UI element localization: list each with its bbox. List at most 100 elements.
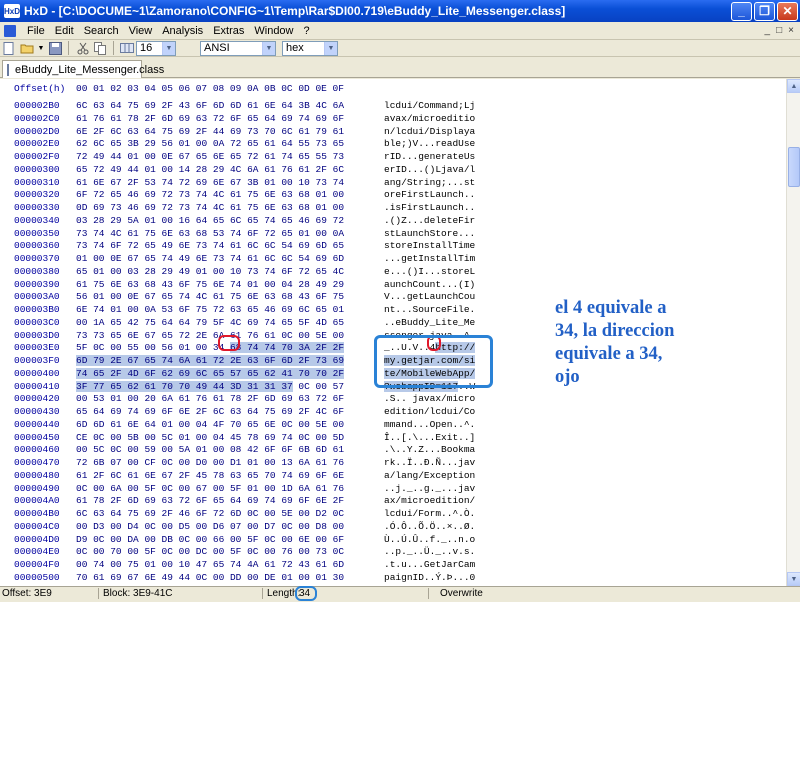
row-ascii[interactable]: .\..Y.Z...Bookma: [384, 444, 475, 457]
row-hex-bytes[interactable]: 00 1A 65 42 75 64 64 79 5F 4C 69 74 65 5…: [76, 317, 344, 330]
menu-view[interactable]: View: [124, 25, 158, 37]
menu-search[interactable]: Search: [79, 25, 124, 37]
row-hex-bytes[interactable]: 56 01 00 0E 67 65 74 4C 61 75 6E 63 68 4…: [76, 291, 344, 304]
row-ascii[interactable]: .()Z...deleteFir: [384, 215, 475, 228]
row-ascii[interactable]: avax/microeditio: [384, 113, 475, 126]
menu-file[interactable]: File: [22, 25, 50, 37]
mdi-minimize-button[interactable]: _: [765, 25, 771, 36]
maximize-button[interactable]: ❐: [754, 1, 775, 21]
minimize-button[interactable]: _: [731, 1, 752, 21]
table-row[interactable]: 00000300 65 72 49 44 01 00 14 28 29 4C 6A…: [0, 164, 780, 177]
row-hex-bytes[interactable]: 74 65 2F 4D 6F 62 69 6C 65 57 65 62 41 7…: [76, 367, 345, 381]
row-ascii[interactable]: .t.u...GetJarCam: [384, 559, 475, 572]
row-hex-bytes[interactable]: 00 74 00 75 01 00 10 47 65 74 4A 61 72 4…: [76, 559, 344, 572]
row-hex-bytes[interactable]: 5F 0C 00 55 00 56 01 00 34 68 74 74 70 3…: [76, 342, 345, 355]
row-hex-bytes[interactable]: 0C 00 6A 00 5F 0C 00 67 00 5F 01 00 1D 6…: [76, 483, 344, 496]
row-hex-bytes[interactable]: 72 49 44 01 00 0E 67 65 6E 65 72 61 74 6…: [76, 151, 344, 164]
row-hex-bytes[interactable]: 6C 63 64 75 69 2F 43 6F 6D 6D 61 6E 64 3…: [76, 100, 344, 113]
table-row[interactable]: 00000450 CE 0C 00 5B 00 5C 01 00 04 45 78…: [0, 432, 780, 445]
row-hex-bytes[interactable]: 6F 72 65 46 69 72 73 74 4C 61 75 6E 63 6…: [76, 189, 344, 202]
row-hex-bytes[interactable]: 01 00 0E 67 65 74 49 6E 73 74 61 6C 6C 5…: [76, 253, 344, 266]
row-hex-bytes[interactable]: 6E 2F 6C 63 64 75 69 2F 44 69 73 70 6C 6…: [76, 126, 344, 139]
row-ascii[interactable]: mmand...Open..^.: [384, 419, 475, 432]
table-row[interactable]: 000002C0 61 76 61 78 2F 6D 69 63 72 6F 65…: [0, 113, 780, 126]
row-ascii[interactable]: ..p._..Ü._..v.s.: [384, 546, 475, 559]
row-hex-bytes[interactable]: 70 61 69 67 6E 49 44 0C 00 DD 00 DE 01 0…: [76, 572, 344, 585]
row-ascii[interactable]: stLaunchStore...: [384, 228, 475, 241]
row-hex-bytes[interactable]: 6C 63 64 75 69 2F 46 6F 72 6D 0C 00 5E 0…: [76, 508, 344, 521]
tab-ebuddy-class[interactable]: eBuddy_Lite_Messenger.class: [2, 60, 164, 78]
table-row[interactable]: 00000500 70 61 69 67 6E 49 44 0C 00 DD 00…: [0, 572, 780, 585]
hex-editor[interactable]: Offset(h) 00 01 02 03 04 05 06 07 08 09 0…: [0, 79, 786, 586]
mdi-restore-button[interactable]: □: [776, 25, 782, 36]
mdi-close-button[interactable]: ×: [788, 25, 794, 36]
columns-icon[interactable]: [119, 41, 135, 55]
row-hex-bytes[interactable]: 65 01 00 03 28 29 49 01 00 10 73 74 6F 7…: [76, 266, 344, 279]
row-hex-bytes[interactable]: 72 6B 07 00 CF 0C 00 D0 00 D1 01 00 13 6…: [76, 457, 344, 470]
menu-window[interactable]: Window: [249, 25, 298, 37]
cut-icon[interactable]: [74, 41, 90, 55]
table-row[interactable]: 00000330 0D 69 73 46 69 72 73 74 4C 61 75…: [0, 202, 780, 215]
row-hex-bytes[interactable]: 6E 74 01 00 0A 53 6F 75 72 63 65 46 69 6…: [76, 304, 344, 317]
row-ascii[interactable]: e...()I...storeL: [384, 266, 475, 279]
table-row[interactable]: 00000380 65 01 00 03 28 29 49 01 00 10 73…: [0, 266, 780, 279]
row-ascii[interactable]: lcdui/Form..^.Ò.: [384, 508, 475, 521]
table-row[interactable]: 000002F0 72 49 44 01 00 0E 67 65 6E 65 72…: [0, 151, 780, 164]
table-row[interactable]: 00000460 00 5C 0C 00 59 00 5A 01 00 08 42…: [0, 444, 780, 457]
copy-icon[interactable]: [92, 41, 108, 55]
row-ascii[interactable]: .S.. javax/micro: [384, 393, 475, 406]
menu-help[interactable]: ?: [299, 25, 315, 37]
row-ascii[interactable]: ang/String;...st: [384, 177, 475, 190]
document-menu-icon[interactable]: [4, 24, 16, 37]
table-row[interactable]: 00000420 00 53 01 00 20 6A 61 76 61 78 2F…: [0, 393, 780, 406]
row-hex-bytes[interactable]: 6D 79 2E 67 65 74 6A 61 72 2E 63 6F 6D 2…: [76, 355, 345, 368]
row-ascii[interactable]: ...getInstallTim: [384, 253, 475, 266]
row-hex-bytes[interactable]: 61 75 6E 63 68 43 6F 75 6E 74 01 00 04 2…: [76, 279, 344, 292]
row-ascii[interactable]: nt...SourceFile.: [384, 304, 475, 317]
title-bar[interactable]: HxD HxD - [C:\DOCUME~1\Zamorano\CONFIG~1…: [0, 0, 800, 22]
table-row[interactable]: 00000390 61 75 6E 63 68 43 6F 75 6E 74 01…: [0, 279, 780, 292]
row-hex-bytes[interactable]: D9 0C 00 DA 00 DB 0C 00 66 00 5F 0C 00 6…: [76, 534, 344, 547]
row-ascii[interactable]: .isFirstLaunch..: [384, 202, 475, 215]
row-ascii[interactable]: lcdui/Command;Lj: [384, 100, 475, 113]
row-ascii[interactable]: ble;)V...readUse: [384, 138, 475, 151]
charset-select[interactable]: ANSI ▼: [200, 40, 276, 56]
row-hex-bytes[interactable]: 61 6E 67 2F 53 74 72 69 6E 67 3B 01 00 1…: [76, 177, 344, 190]
row-ascii[interactable]: storeInstallTime: [384, 240, 475, 253]
table-row[interactable]: 000004A0 61 78 2F 6D 69 63 72 6F 65 64 69…: [0, 495, 780, 508]
bytes-per-row-select[interactable]: 16 ▼: [136, 40, 176, 56]
table-row[interactable]: 00000480 61 2F 6C 61 6E 67 2F 45 78 63 65…: [0, 470, 780, 483]
table-row[interactable]: 00000490 0C 00 6A 00 5F 0C 00 67 00 5F 01…: [0, 483, 780, 496]
table-row[interactable]: 00000360 73 74 6F 72 65 49 6E 73 74 61 6C…: [0, 240, 780, 253]
table-row[interactable]: 000004B0 6C 63 64 75 69 2F 46 6F 72 6D 0C…: [0, 508, 780, 521]
menu-analysis[interactable]: Analysis: [157, 25, 208, 37]
table-row[interactable]: 00000430 65 64 69 74 69 6F 6E 2F 6C 63 64…: [0, 406, 780, 419]
table-row[interactable]: 000004F0 00 74 00 75 01 00 10 47 65 74 4A…: [0, 559, 780, 572]
row-hex-bytes[interactable]: 00 5C 0C 00 59 00 5A 01 00 08 42 6F 6F 6…: [76, 444, 344, 457]
table-row[interactable]: 00000320 6F 72 65 46 69 72 73 74 4C 61 75…: [0, 189, 780, 202]
row-hex-bytes[interactable]: 61 78 2F 6D 69 63 72 6F 65 64 69 74 69 6…: [76, 495, 344, 508]
new-file-icon[interactable]: [1, 41, 17, 55]
table-row[interactable]: 000002D0 6E 2F 6C 63 64 75 69 2F 44 69 73…: [0, 126, 780, 139]
row-hex-bytes[interactable]: 73 74 4C 61 75 6E 63 68 53 74 6F 72 65 0…: [76, 228, 344, 241]
row-ascii[interactable]: ..j._..g._...jav: [384, 483, 475, 496]
table-row[interactable]: 00000440 6D 6D 61 6E 64 01 00 04 4F 70 65…: [0, 419, 780, 432]
close-button[interactable]: ✕: [777, 1, 798, 21]
table-row[interactable]: 00000470 72 6B 07 00 CF 0C 00 D0 00 D1 01…: [0, 457, 780, 470]
row-ascii[interactable]: n/lcdui/Displaya: [384, 126, 475, 139]
row-hex-bytes[interactable]: 61 76 61 78 2F 6D 69 63 72 6F 65 64 69 7…: [76, 113, 344, 126]
row-hex-bytes[interactable]: 65 64 69 74 69 6F 6E 2F 6C 63 64 75 69 2…: [76, 406, 344, 419]
row-hex-bytes[interactable]: 62 6C 65 3B 29 56 01 00 0A 72 65 61 64 5…: [76, 138, 344, 151]
row-hex-bytes[interactable]: 6D 6D 61 6E 64 01 00 04 4F 70 65 6E 0C 0…: [76, 419, 344, 432]
table-row[interactable]: 000004D0 D9 0C 00 DA 00 DB 0C 00 66 00 5F…: [0, 534, 780, 547]
scroll-up-arrow-icon[interactable]: ▲: [787, 79, 800, 93]
open-folder-icon[interactable]: [19, 41, 35, 55]
row-ascii[interactable]: Ù..Ú.Û..f._..n.o: [384, 534, 475, 547]
row-hex-bytes[interactable]: 65 72 49 44 01 00 14 28 29 4C 6A 61 76 6…: [76, 164, 344, 177]
row-ascii[interactable]: ..eBuddy_Lite_Me: [384, 317, 475, 330]
row-hex-bytes[interactable]: 73 74 6F 72 65 49 6E 73 74 61 6C 6C 54 6…: [76, 240, 344, 253]
table-row[interactable]: 00000350 73 74 4C 61 75 6E 63 68 53 74 6F…: [0, 228, 780, 241]
row-hex-bytes[interactable]: 0C 00 70 00 5F 0C 00 DC 00 5F 0C 00 76 0…: [76, 546, 344, 559]
table-row[interactable]: 000002E0 62 6C 65 3B 29 56 01 00 0A 72 65…: [0, 138, 780, 151]
menu-extras[interactable]: Extras: [208, 25, 249, 37]
